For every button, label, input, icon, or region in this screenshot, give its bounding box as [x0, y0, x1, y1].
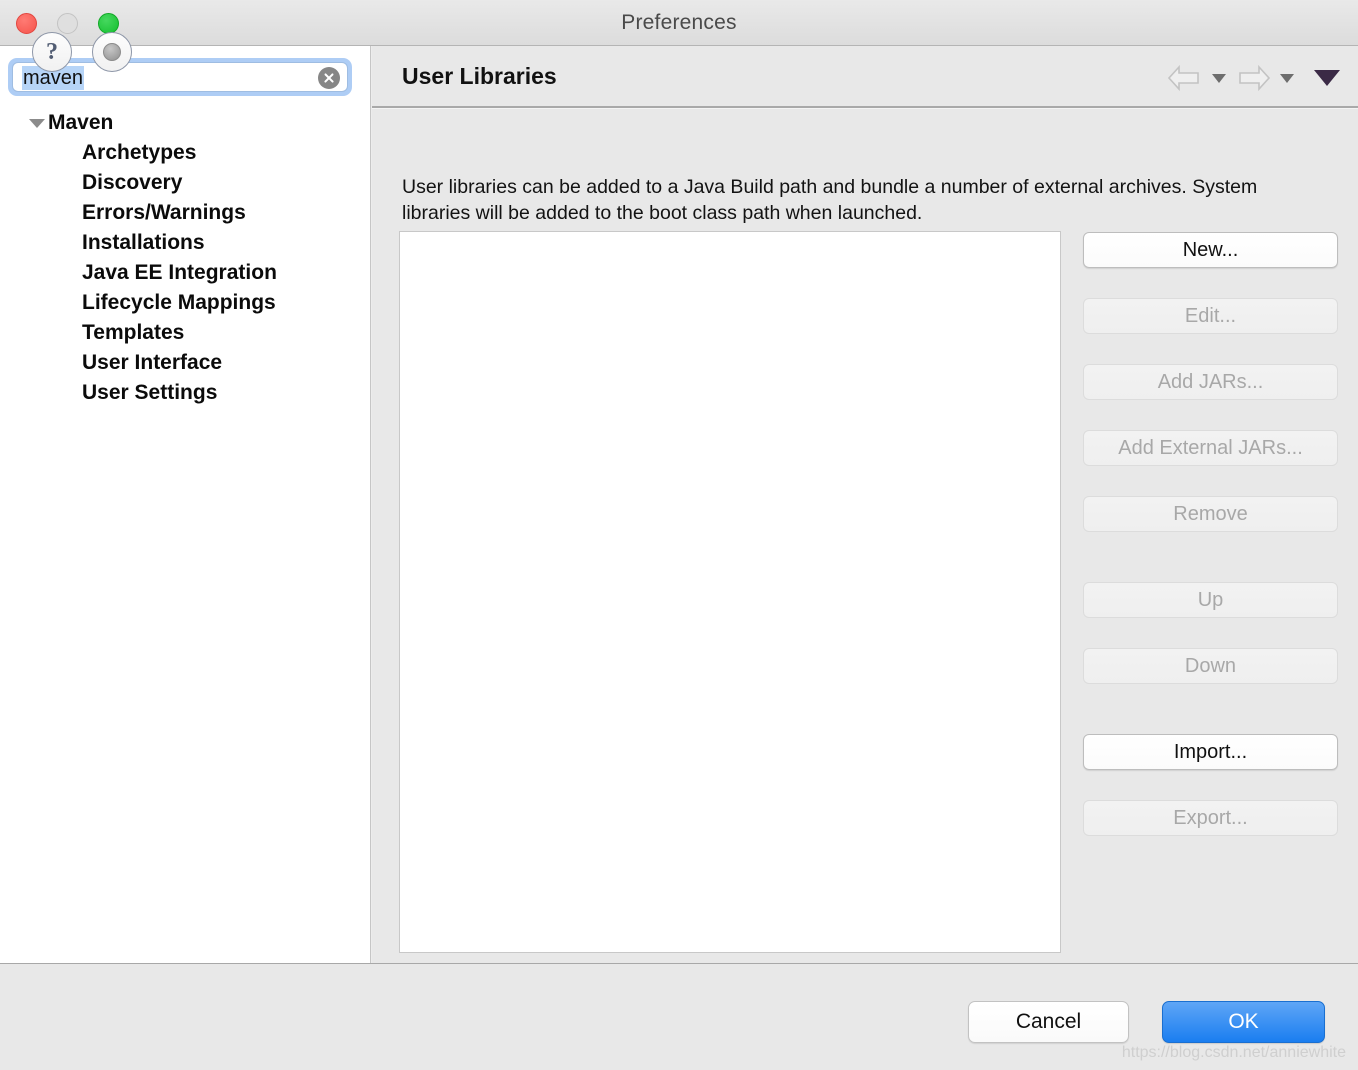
cancel-button[interactable]: Cancel	[968, 1001, 1129, 1043]
tree-item-installations[interactable]: Installations	[0, 228, 370, 258]
tree-item-maven[interactable]: Maven	[0, 108, 370, 138]
back-dropdown-icon[interactable]	[1212, 73, 1226, 83]
question-mark-icon: ?	[46, 39, 58, 65]
tree-item-archetypes[interactable]: Archetypes	[0, 138, 370, 168]
page-title: User Libraries	[402, 63, 557, 89]
ok-button[interactable]: OK	[1162, 1001, 1325, 1043]
content-panel: User Libraries User libraries can be add…	[372, 46, 1358, 963]
forward-arrow-icon[interactable]	[1232, 62, 1274, 94]
watermark: https://blog.csdn.net/anniewhite	[1121, 1044, 1346, 1061]
header-divider-highlight	[372, 108, 1358, 109]
tree-item-label: Java EE Integration	[82, 261, 277, 284]
tree-item-label: Maven	[48, 111, 114, 134]
tree-item-label: Errors/Warnings	[82, 201, 246, 224]
preferences-window: Preferences maven Maven Archetypes Disco…	[0, 0, 1358, 1070]
add-external-jars-button[interactable]: Add External JARs...	[1083, 430, 1338, 466]
tree-item-label: User Settings	[82, 381, 218, 404]
tree-item-label: User Interface	[82, 351, 223, 374]
preferences-tree[interactable]: Maven Archetypes Discovery Errors/Warnin…	[0, 108, 370, 408]
up-button[interactable]: Up	[1083, 582, 1338, 618]
down-button[interactable]: Down	[1083, 648, 1338, 684]
title-bar: Preferences	[0, 0, 1358, 46]
tree-item-label: Archetypes	[82, 141, 197, 164]
apply-circle-icon	[103, 43, 121, 61]
tree-item-errors-warnings[interactable]: Errors/Warnings	[0, 198, 370, 228]
restore-defaults-button[interactable]	[92, 32, 132, 72]
tree-item-templates[interactable]: Templates	[0, 318, 370, 348]
tree-item-java-ee-integration[interactable]: Java EE Integration	[0, 258, 370, 288]
remove-button[interactable]: Remove	[1083, 496, 1338, 532]
navigation-toolbar	[1164, 60, 1340, 96]
tree-item-user-interface[interactable]: User Interface	[0, 348, 370, 378]
export-button[interactable]: Export...	[1083, 800, 1338, 836]
import-button[interactable]: Import...	[1083, 734, 1338, 770]
window-title: Preferences	[621, 11, 737, 34]
chevron-down-icon[interactable]	[29, 119, 45, 128]
back-arrow-icon[interactable]	[1164, 62, 1206, 94]
panel-description: User libraries can be added to a Java Bu…	[402, 176, 1258, 224]
tree-item-lifecycle-mappings[interactable]: Lifecycle Mappings	[0, 288, 370, 318]
library-actions: New... Edit... Add JARs... Add External …	[1083, 232, 1338, 866]
edit-button[interactable]: Edit...	[1083, 298, 1338, 334]
user-libraries-list[interactable]	[399, 231, 1061, 953]
add-jars-button[interactable]: Add JARs...	[1083, 364, 1338, 400]
forward-dropdown-icon[interactable]	[1280, 73, 1294, 83]
sidebar: maven Maven Archetypes Discovery Errors/…	[0, 46, 371, 963]
tree-item-user-settings[interactable]: User Settings	[0, 378, 370, 408]
tree-item-label: Installations	[82, 231, 205, 254]
clear-icon[interactable]	[318, 67, 340, 89]
tree-item-label: Templates	[82, 321, 185, 344]
panel-header: User Libraries	[372, 46, 1358, 109]
tree-item-label: Discovery	[82, 171, 183, 194]
menu-triangle-icon[interactable]	[1314, 70, 1340, 86]
tree-item-discovery[interactable]: Discovery	[0, 168, 370, 198]
new-button[interactable]: New...	[1083, 232, 1338, 268]
help-button[interactable]: ?	[32, 32, 72, 72]
tree-item-label: Lifecycle Mappings	[82, 291, 276, 314]
